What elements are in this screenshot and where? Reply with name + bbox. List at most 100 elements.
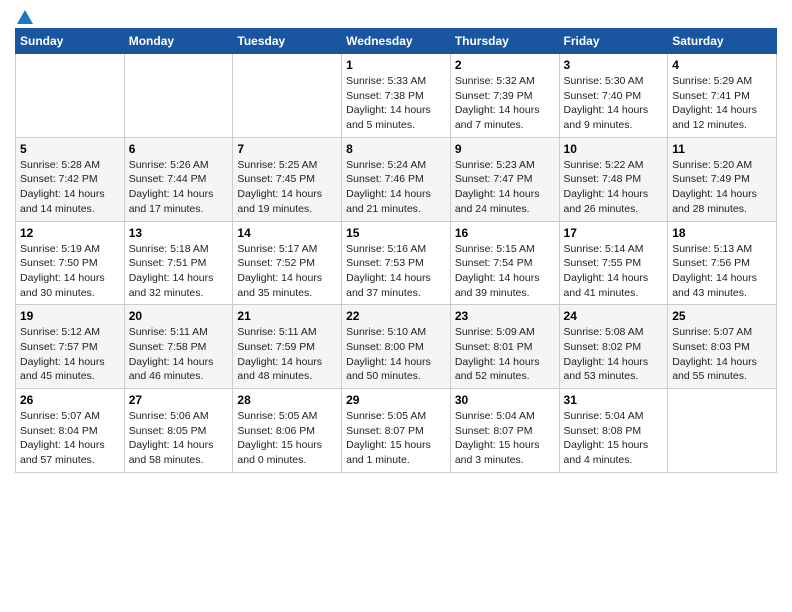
- day-detail: Sunrise: 5:26 AMSunset: 7:44 PMDaylight:…: [129, 158, 229, 217]
- calendar-cell: [668, 389, 777, 473]
- day-detail: Sunrise: 5:16 AMSunset: 7:53 PMDaylight:…: [346, 242, 446, 301]
- day-number: 19: [20, 309, 120, 323]
- page-header: [15, 10, 777, 24]
- calendar-cell: 30 Sunrise: 5:04 AMSunset: 8:07 PMDayligh…: [450, 389, 559, 473]
- weekday-header-saturday: Saturday: [668, 29, 777, 54]
- day-detail: Sunrise: 5:05 AMSunset: 8:06 PMDaylight:…: [237, 409, 337, 468]
- calendar-cell: 11Sunrise: 5:20 AMSunset: 7:49 PMDayligh…: [668, 137, 777, 221]
- day-detail: Sunrise: 5:13 AMSunset: 7:56 PMDaylight:…: [672, 242, 772, 301]
- day-detail: Sunrise: 5:23 AMSunset: 7:47 PMDaylight:…: [455, 158, 555, 217]
- calendar-cell: 21 Sunrise: 5:11 AMSunset: 7:59 PMDayligh…: [233, 305, 342, 389]
- weekday-header-sunday: Sunday: [16, 29, 125, 54]
- week-row-5: 26 Sunrise: 5:07 AMSunset: 8:04 PMDayligh…: [16, 389, 777, 473]
- calendar-cell: 9 Sunrise: 5:23 AMSunset: 7:47 PMDaylight…: [450, 137, 559, 221]
- weekday-header-tuesday: Tuesday: [233, 29, 342, 54]
- day-detail: Sunrise: 5:28 AMSunset: 7:42 PMDaylight:…: [20, 158, 120, 217]
- day-number: 21: [237, 309, 337, 323]
- calendar-cell: 12Sunrise: 5:19 AMSunset: 7:50 PMDayligh…: [16, 221, 125, 305]
- day-detail: Sunrise: 5:07 AMSunset: 8:03 PMDaylight:…: [672, 325, 772, 384]
- calendar-cell: 23 Sunrise: 5:09 AMSunset: 8:01 PMDayligh…: [450, 305, 559, 389]
- calendar-cell: 26 Sunrise: 5:07 AMSunset: 8:04 PMDayligh…: [16, 389, 125, 473]
- day-detail: Sunrise: 5:11 AMSunset: 7:59 PMDaylight:…: [237, 325, 337, 384]
- calendar-cell: 31 Sunrise: 5:04 AMSunset: 8:08 PMDayligh…: [559, 389, 668, 473]
- day-number: 18: [672, 226, 772, 240]
- day-number: 10: [564, 142, 664, 156]
- calendar-cell: 10 Sunrise: 5:22 AMSunset: 7:48 PMDayligh…: [559, 137, 668, 221]
- day-detail: Sunrise: 5:24 AMSunset: 7:46 PMDaylight:…: [346, 158, 446, 217]
- weekday-header-friday: Friday: [559, 29, 668, 54]
- calendar-cell: [124, 54, 233, 138]
- day-number: 27: [129, 393, 229, 407]
- calendar-cell: 14Sunrise: 5:17 AMSunset: 7:52 PMDayligh…: [233, 221, 342, 305]
- calendar-cell: 7 Sunrise: 5:25 AMSunset: 7:45 PMDaylight…: [233, 137, 342, 221]
- day-detail: Sunrise: 5:15 AMSunset: 7:54 PMDaylight:…: [455, 242, 555, 301]
- day-detail: Sunrise: 5:25 AMSunset: 7:45 PMDaylight:…: [237, 158, 337, 217]
- day-detail: Sunrise: 5:33 AMSunset: 7:38 PMDaylight:…: [346, 74, 446, 133]
- day-number: 29: [346, 393, 446, 407]
- calendar-cell: 5 Sunrise: 5:28 AMSunset: 7:42 PMDaylight…: [16, 137, 125, 221]
- calendar-cell: 2Sunrise: 5:32 AMSunset: 7:39 PMDaylight…: [450, 54, 559, 138]
- calendar-cell: 18 Sunrise: 5:13 AMSunset: 7:56 PMDayligh…: [668, 221, 777, 305]
- day-number: 12: [20, 226, 120, 240]
- calendar-cell: 28 Sunrise: 5:05 AMSunset: 8:06 PMDayligh…: [233, 389, 342, 473]
- day-number: 1: [346, 58, 446, 72]
- day-detail: Sunrise: 5:18 AMSunset: 7:51 PMDaylight:…: [129, 242, 229, 301]
- calendar-cell: [16, 54, 125, 138]
- calendar-cell: 25Sunrise: 5:07 AMSunset: 8:03 PMDayligh…: [668, 305, 777, 389]
- day-number: 2: [455, 58, 555, 72]
- calendar-cell: 15 Sunrise: 5:16 AMSunset: 7:53 PMDayligh…: [342, 221, 451, 305]
- day-number: 4: [672, 58, 772, 72]
- logo: [15, 10, 33, 24]
- day-number: 17: [564, 226, 664, 240]
- day-number: 15: [346, 226, 446, 240]
- calendar-cell: 20Sunrise: 5:11 AMSunset: 7:58 PMDayligh…: [124, 305, 233, 389]
- day-detail: Sunrise: 5:09 AMSunset: 8:01 PMDaylight:…: [455, 325, 555, 384]
- day-number: 28: [237, 393, 337, 407]
- calendar-cell: 22 Sunrise: 5:10 AMSunset: 8:00 PMDayligh…: [342, 305, 451, 389]
- day-detail: Sunrise: 5:08 AMSunset: 8:02 PMDaylight:…: [564, 325, 664, 384]
- calendar-cell: 6 Sunrise: 5:26 AMSunset: 7:44 PMDaylight…: [124, 137, 233, 221]
- calendar-cell: 16 Sunrise: 5:15 AMSunset: 7:54 PMDayligh…: [450, 221, 559, 305]
- day-number: 6: [129, 142, 229, 156]
- day-number: 9: [455, 142, 555, 156]
- week-row-3: 12Sunrise: 5:19 AMSunset: 7:50 PMDayligh…: [16, 221, 777, 305]
- calendar-cell: 29 Sunrise: 5:05 AMSunset: 8:07 PMDayligh…: [342, 389, 451, 473]
- day-number: 26: [20, 393, 120, 407]
- day-detail: Sunrise: 5:30 AMSunset: 7:40 PMDaylight:…: [564, 74, 664, 133]
- day-number: 7: [237, 142, 337, 156]
- logo-triangle-icon: [17, 10, 33, 24]
- calendar-cell: 17Sunrise: 5:14 AMSunset: 7:55 PMDayligh…: [559, 221, 668, 305]
- day-detail: Sunrise: 5:04 AMSunset: 8:07 PMDaylight:…: [455, 409, 555, 468]
- day-number: 23: [455, 309, 555, 323]
- day-number: 20: [129, 309, 229, 323]
- day-number: 13: [129, 226, 229, 240]
- calendar-cell: 1 Sunrise: 5:33 AMSunset: 7:38 PMDaylight…: [342, 54, 451, 138]
- day-detail: Sunrise: 5:12 AMSunset: 7:57 PMDaylight:…: [20, 325, 120, 384]
- calendar-cell: 24Sunrise: 5:08 AMSunset: 8:02 PMDayligh…: [559, 305, 668, 389]
- calendar-cell: 4 Sunrise: 5:29 AMSunset: 7:41 PMDaylight…: [668, 54, 777, 138]
- day-detail: Sunrise: 5:04 AMSunset: 8:08 PMDaylight:…: [564, 409, 664, 468]
- day-number: 16: [455, 226, 555, 240]
- weekday-header-wednesday: Wednesday: [342, 29, 451, 54]
- day-detail: Sunrise: 5:22 AMSunset: 7:48 PMDaylight:…: [564, 158, 664, 217]
- day-detail: Sunrise: 5:06 AMSunset: 8:05 PMDaylight:…: [129, 409, 229, 468]
- week-row-2: 5 Sunrise: 5:28 AMSunset: 7:42 PMDaylight…: [16, 137, 777, 221]
- day-number: 30: [455, 393, 555, 407]
- day-number: 31: [564, 393, 664, 407]
- weekday-header-monday: Monday: [124, 29, 233, 54]
- calendar-cell: [233, 54, 342, 138]
- week-row-4: 19 Sunrise: 5:12 AMSunset: 7:57 PMDayligh…: [16, 305, 777, 389]
- day-detail: Sunrise: 5:07 AMSunset: 8:04 PMDaylight:…: [20, 409, 120, 468]
- calendar-table: SundayMondayTuesdayWednesdayThursdayFrid…: [15, 28, 777, 473]
- day-detail: Sunrise: 5:10 AMSunset: 8:00 PMDaylight:…: [346, 325, 446, 384]
- day-number: 22: [346, 309, 446, 323]
- day-number: 11: [672, 142, 772, 156]
- calendar-cell: 8Sunrise: 5:24 AMSunset: 7:46 PMDaylight…: [342, 137, 451, 221]
- weekday-header-thursday: Thursday: [450, 29, 559, 54]
- day-detail: Sunrise: 5:29 AMSunset: 7:41 PMDaylight:…: [672, 74, 772, 133]
- day-number: 3: [564, 58, 664, 72]
- day-detail: Sunrise: 5:05 AMSunset: 8:07 PMDaylight:…: [346, 409, 446, 468]
- calendar-cell: 3 Sunrise: 5:30 AMSunset: 7:40 PMDaylight…: [559, 54, 668, 138]
- calendar-cell: 27 Sunrise: 5:06 AMSunset: 8:05 PMDayligh…: [124, 389, 233, 473]
- day-number: 5: [20, 142, 120, 156]
